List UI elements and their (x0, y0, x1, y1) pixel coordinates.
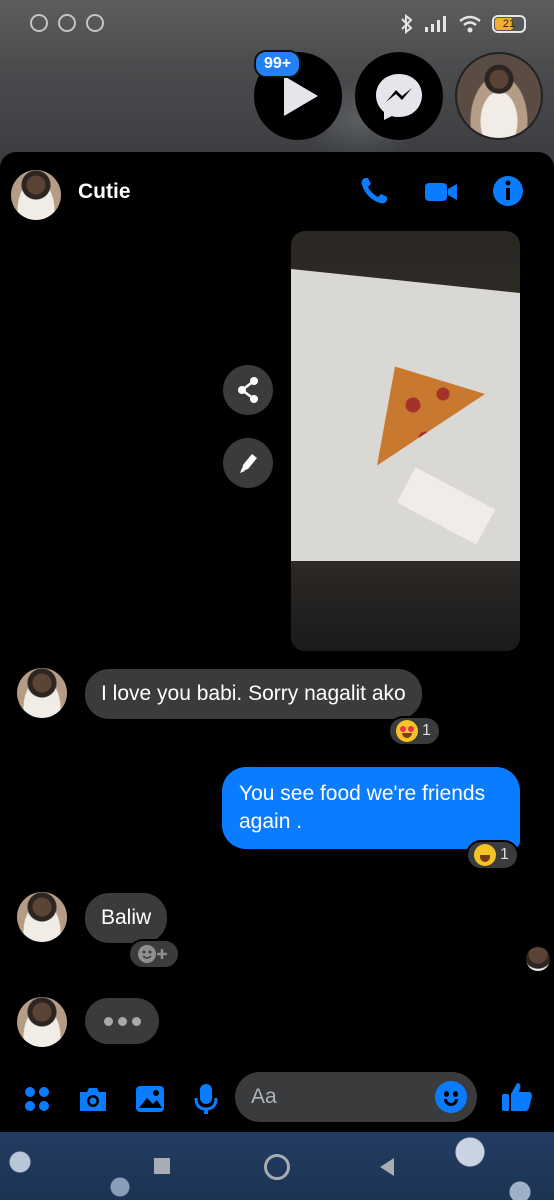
contact-name[interactable]: Cutie (78, 180, 131, 204)
signal-icon (425, 16, 446, 32)
wifi-icon (459, 15, 481, 33)
chat-window: Cutie I love you babi. Sorry nagalit ako… (0, 152, 554, 1132)
status-right-icons: 21 (400, 14, 526, 34)
message-input[interactable] (235, 1072, 477, 1122)
phone-icon[interactable] (357, 174, 391, 208)
bluetooth-icon (401, 14, 413, 34)
composer-bar (0, 1072, 554, 1132)
contact-message-avatar[interactable] (17, 668, 67, 718)
share-icon (238, 377, 258, 403)
messenger-icon (376, 74, 422, 120)
add-reaction-button[interactable] (128, 939, 180, 969)
add-reaction-icon (138, 945, 167, 963)
back-button[interactable] (380, 1158, 394, 1176)
heart-eyes-emoji-icon (396, 720, 418, 742)
contact-chat-head[interactable] (455, 52, 543, 140)
reaction-count: 1 (500, 846, 509, 863)
messenger-notification-icon (86, 14, 104, 32)
contact-avatar[interactable] (11, 170, 61, 220)
message-reaction[interactable]: 1 (466, 840, 519, 870)
incoming-message[interactable]: I love you babi. Sorry nagalit ako (85, 669, 422, 719)
mute-icon (30, 14, 48, 32)
alarm-icon (58, 14, 76, 32)
typing-indicator (85, 998, 159, 1044)
outgoing-message[interactable]: You see food we're friends again . (222, 767, 520, 849)
video-icon[interactable] (424, 174, 458, 208)
unread-badge: 99+ (254, 50, 302, 78)
contact-message-avatar[interactable] (17, 997, 67, 1047)
contact-message-avatar[interactable] (17, 892, 67, 942)
gallery-icon[interactable] (133, 1082, 167, 1116)
incoming-message[interactable]: Baliw (85, 893, 168, 943)
info-icon[interactable] (491, 174, 525, 208)
seen-avatar (526, 947, 550, 971)
battery-indicator: 21 (492, 15, 526, 33)
mic-icon[interactable] (189, 1082, 223, 1116)
photo-table (291, 561, 520, 651)
chat-heads: 99+ (0, 50, 554, 142)
messenger-chat-head[interactable] (355, 52, 443, 140)
recents-button[interactable] (154, 1158, 170, 1174)
reaction-count: 1 (422, 722, 431, 739)
like-icon[interactable] (500, 1080, 534, 1114)
camera-icon[interactable] (76, 1082, 110, 1116)
home-button[interactable] (264, 1154, 290, 1180)
laughing-emoji-icon (474, 844, 496, 866)
emoji-icon[interactable] (435, 1081, 467, 1113)
navigation-bar (0, 1150, 554, 1184)
status-left-icons (30, 14, 104, 32)
share-button[interactable] (223, 365, 273, 415)
battery-level: 21 (502, 18, 516, 30)
edit-button[interactable] (223, 438, 273, 488)
edit-icon (240, 454, 257, 473)
message-reaction[interactable]: 1 (388, 716, 441, 746)
shared-photo[interactable] (291, 231, 520, 651)
apps-icon[interactable] (20, 1082, 54, 1116)
status-bar: 21 (0, 10, 554, 40)
message-text-field[interactable] (251, 1072, 431, 1122)
